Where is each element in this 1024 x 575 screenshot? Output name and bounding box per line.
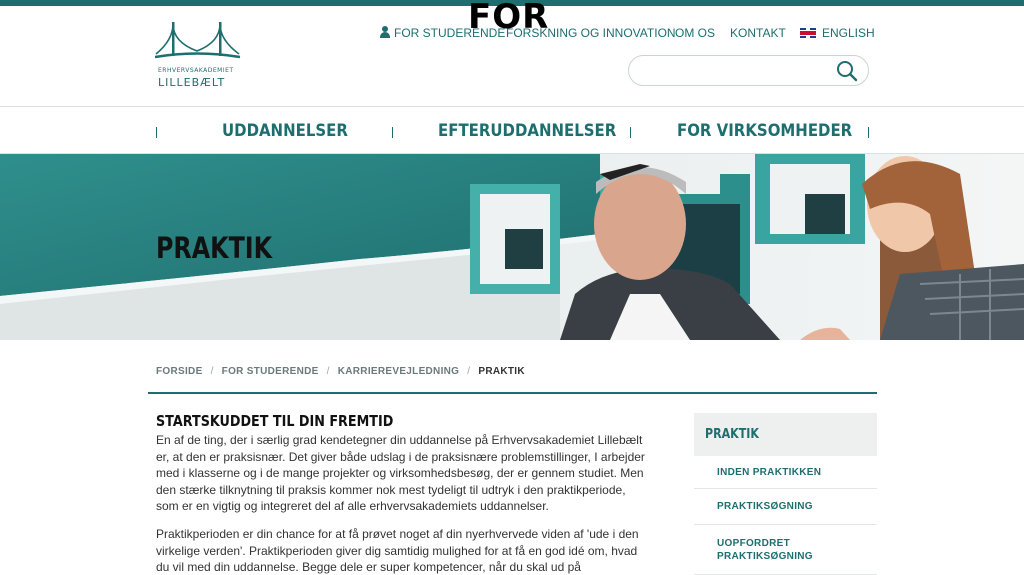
nav-efteruddannelser[interactable]: EFTERUDDANNELSER: [438, 121, 616, 141]
sidebar-item-uopfordret-praktiksoegning[interactable]: UOPFORDRET PRAKTIKSØGNING: [694, 525, 877, 575]
nav-for-students[interactable]: FOR STUDERENDE: [380, 26, 505, 40]
sidebar-heading-label: PRAKTIK: [705, 427, 759, 442]
nav-research[interactable]: FORSKNING OG INNOVATION: [506, 26, 676, 40]
uk-flag-icon: [800, 28, 816, 38]
bridge-logo-icon: [155, 22, 241, 59]
content-paragraph: Praktikperioden er din chance for at få …: [156, 527, 639, 574]
logo-name-big: LILLEBÆLT: [158, 76, 226, 89]
nav-for-students-label: FOR STUDERENDE: [394, 26, 506, 40]
sidebar-item-inden-praktikken[interactable]: INDEN PRAKTIKKEN: [694, 456, 877, 489]
logo-name-small: ERHVERVSAKADEMIET: [158, 67, 234, 74]
search-input[interactable]: [641, 61, 831, 81]
search-icon[interactable]: [836, 60, 858, 82]
nav-english[interactable]: ENGLISH: [800, 26, 875, 40]
breadcrumb-separator: /: [467, 366, 471, 377]
nav-separator: [630, 127, 631, 138]
sidebar-item-praktiksoegning[interactable]: PRAKTIKSØGNING: [694, 489, 877, 525]
nav-english-label: ENGLISH: [822, 26, 875, 40]
search-box: [628, 55, 869, 86]
hero-banner: PRAKTIK: [0, 154, 1024, 340]
breadcrumb-separator: /: [210, 366, 214, 377]
content-paragraph: En af de ting, der i særlig grad kendete…: [156, 433, 645, 513]
breadcrumb-current: PRAKTIK: [478, 366, 525, 377]
sidebar-menu: PRAKTIK INDEN PRAKTIKKEN PRAKTIKSØGNING …: [694, 413, 877, 575]
nav-for-virksomheder[interactable]: FOR VIRKSOMHEDER: [677, 121, 852, 141]
logo[interactable]: ERHVERVSAKADEMIET LILLEBÆLT: [155, 20, 245, 90]
nav-separator: [868, 127, 869, 138]
hero-image: [0, 154, 1024, 340]
sidebar-heading[interactable]: PRAKTIK: [694, 413, 877, 456]
page-title: PRAKTIK: [156, 231, 273, 265]
breadcrumb-career-guidance[interactable]: KARRIEREVEJLEDNING: [338, 366, 460, 377]
nav-about[interactable]: OM OS: [675, 26, 715, 40]
nav-uddannelser[interactable]: UDDANNELSER: [222, 121, 348, 141]
breadcrumb-separator: /: [326, 366, 330, 377]
content-title: STARTSKUDDET TIL DIN FREMTID: [156, 412, 394, 430]
main-navigation: UDDANNELSER EFTERUDDANNELSER FOR VIRKSOM…: [0, 106, 1024, 154]
user-icon: [380, 26, 390, 38]
breadcrumb: FORSIDE / FOR STUDERENDE / KARRIEREVEJLEDNIN…: [156, 366, 525, 377]
breadcrumb-home[interactable]: FORSIDE: [156, 366, 203, 377]
nav-separator: [392, 127, 393, 138]
nav-separator: [156, 127, 157, 138]
breadcrumb-divider: [148, 392, 877, 394]
nav-contact[interactable]: KONTAKT: [730, 26, 786, 40]
breadcrumb-for-students[interactable]: FOR STUDERENDE: [222, 366, 319, 377]
